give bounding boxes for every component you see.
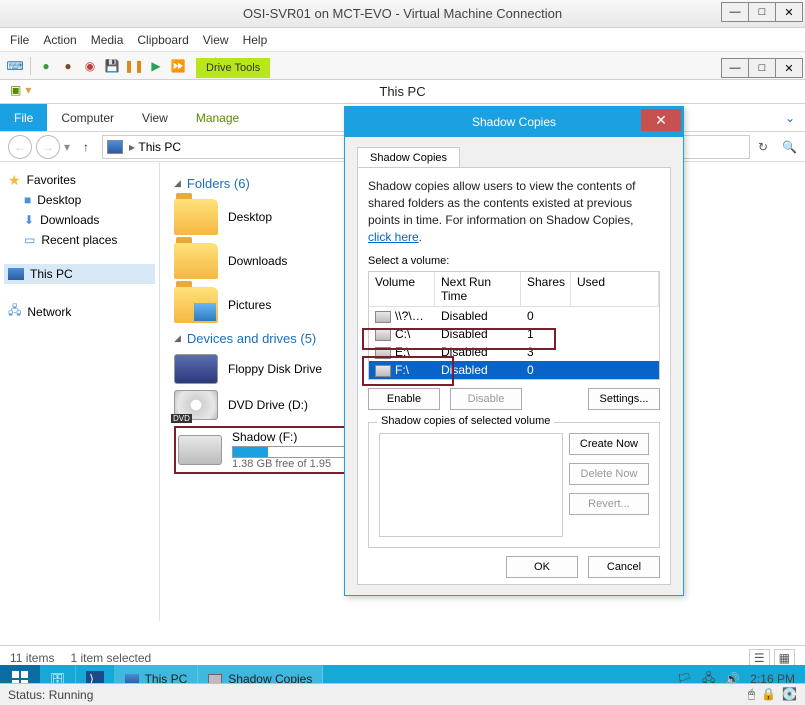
network-icon: 🖧 [8, 301, 21, 322]
qat-newfolder-icon[interactable]: ▾ [25, 83, 31, 97]
vm-titlebar: OSI-SVR01 on MCT-EVO - Virtual Machine C… [0, 0, 805, 28]
volume-row[interactable]: E:\Disabled3 [369, 343, 659, 361]
folder-icon [174, 199, 218, 235]
breadcrumb-thispc[interactable]: This PC [138, 140, 181, 154]
dialog-close-button[interactable]: ✕ [641, 109, 681, 131]
pause-icon[interactable]: ❚❚ [125, 58, 143, 74]
volume-row[interactable]: C:\Disabled1 [369, 325, 659, 343]
tree-recent-places[interactable]: ▭Recent places [4, 230, 155, 250]
settings-button[interactable]: Settings... [588, 388, 660, 410]
select-volume-label: Select a volume: [368, 255, 660, 267]
refresh-icon[interactable]: ↻ [758, 140, 768, 154]
vm-mouse-icon: 🖱 [748, 687, 755, 702]
drive-shadow-f[interactable]: Shadow (F:) 1.38 GB free of 1.95 [178, 430, 352, 470]
vm-menu-clipboard[interactable]: Clipboard [137, 33, 188, 47]
tab-manage[interactable]: Manage [182, 104, 253, 131]
shadow-copies-list[interactable] [379, 433, 563, 537]
reset-icon[interactable]: ▶ [147, 58, 165, 74]
vm-close-button[interactable]: ✕ [775, 2, 803, 22]
computer-icon [8, 268, 24, 280]
dialog-tab-shadow-copies[interactable]: Shadow Copies [357, 147, 460, 168]
tree-downloads[interactable]: ⬇Downloads [4, 210, 155, 230]
folder-icon [174, 243, 218, 279]
tree-favorites[interactable]: ★Favorites [4, 170, 155, 190]
explorer-close-button[interactable]: ✕ [775, 58, 803, 78]
folder-icon [174, 287, 218, 323]
explorer-minimize-button[interactable]: — [721, 58, 749, 78]
cancel-button[interactable]: Cancel [588, 556, 660, 578]
turnoff-icon[interactable]: ● [59, 58, 77, 74]
vm-disk-icon: 💽 [782, 687, 797, 702]
view-tiles-icon[interactable]: ▦ [774, 649, 795, 667]
create-now-button[interactable]: Create Now [569, 433, 649, 455]
vm-minimize-button[interactable]: — [721, 2, 749, 22]
vm-toolbar: ⌨ ● ● ◉ 💾 ❚❚ ▶ ⏩ ↺ 🔗 [0, 52, 805, 80]
tab-view[interactable]: View [128, 104, 182, 131]
shutdown-icon[interactable]: ◉ [81, 58, 99, 74]
dvd-icon: DVD [174, 390, 218, 420]
qat-properties-icon[interactable]: ▣ [10, 83, 21, 97]
status-selected-count: 1 item selected [70, 651, 151, 665]
volume-row[interactable]: \\?\Vol...Disabled0 [369, 307, 659, 325]
volume-table: Volume Next Run Time Shares Used \\?\Vol… [368, 271, 660, 380]
search-icon[interactable]: 🔍 [782, 140, 797, 154]
ctrl-alt-del-icon[interactable]: ⌨ [6, 58, 24, 74]
downloads-icon: ⬇ [24, 213, 34, 227]
nav-tree: ★Favorites ■Desktop ⬇Downloads ▭Recent p… [0, 162, 160, 621]
nav-up-button[interactable]: ↑ [74, 135, 98, 159]
volume-table-header: Volume Next Run Time Shares Used [369, 272, 659, 307]
tab-file[interactable]: File [0, 104, 47, 131]
view-details-icon[interactable]: ☰ [749, 649, 770, 667]
nav-dropdown-icon[interactable]: ▾ [64, 140, 70, 154]
explorer-titlebar: Drive Tools This PC — □ ✕ ▣ ▾ [0, 80, 805, 104]
ok-button[interactable]: OK [506, 556, 578, 578]
start-icon[interactable]: ● [37, 58, 55, 74]
explorer-title: This PC [379, 84, 425, 99]
desktop-icon: ■ [24, 193, 31, 207]
explorer-maximize-button[interactable]: □ [748, 58, 776, 78]
disable-button: Disable [450, 388, 522, 410]
vm-menu-media[interactable]: Media [91, 33, 124, 47]
vm-status-bar: Status: Running 🖱 🔒 💽 [0, 683, 805, 705]
enable-button[interactable]: Enable [368, 388, 440, 410]
vm-menu-view[interactable]: View [203, 33, 229, 47]
hdd-icon [178, 435, 222, 465]
volume-row-selected[interactable]: F:\Disabled0 [369, 361, 659, 379]
tree-thispc[interactable]: This PC [4, 264, 155, 284]
tree-desktop[interactable]: ■Desktop [4, 190, 155, 210]
nav-forward-button[interactable]: → [36, 135, 60, 159]
vm-title-text: OSI-SVR01 on MCT-EVO - Virtual Machine C… [243, 6, 562, 21]
vm-maximize-button[interactable]: □ [748, 2, 776, 22]
dialog-titlebar: Shadow Copies ✕ [345, 107, 683, 137]
vm-menubar: File Action Media Clipboard View Help [0, 28, 805, 52]
vm-lock-icon: 🔒 [761, 687, 776, 702]
delete-now-button: Delete Now [569, 463, 649, 485]
vm-status-text: Status: Running [8, 688, 93, 702]
click-here-link[interactable]: click here [368, 230, 419, 244]
status-item-count: 11 items [10, 651, 54, 665]
shadow-copies-dialog: Shadow Copies ✕ Shadow Copies Shadow cop… [344, 106, 684, 596]
selected-volume-group: Shadow copies of selected volume Create … [368, 422, 660, 548]
floppy-icon [174, 354, 218, 384]
recent-icon: ▭ [24, 233, 35, 247]
dialog-description: Shadow copies allow users to view the co… [368, 178, 660, 245]
revert-button: Revert... [569, 493, 649, 515]
drive-tools-contextual-tab[interactable]: Drive Tools [196, 58, 270, 78]
checkpoint-icon[interactable]: ⏩ [169, 58, 187, 74]
usage-bar [232, 446, 352, 458]
computer-icon [107, 140, 123, 154]
tab-computer[interactable]: Computer [47, 104, 128, 131]
nav-back-button[interactable]: ← [8, 135, 32, 159]
save-icon[interactable]: 💾 [103, 58, 121, 74]
vm-menu-help[interactable]: Help [243, 33, 268, 47]
tree-network[interactable]: 🖧Network [4, 298, 155, 325]
vm-menu-action[interactable]: Action [43, 33, 76, 47]
vm-menu-file[interactable]: File [10, 33, 29, 47]
star-icon: ★ [8, 173, 21, 187]
ribbon-expand-icon[interactable]: ⌄ [785, 111, 795, 125]
